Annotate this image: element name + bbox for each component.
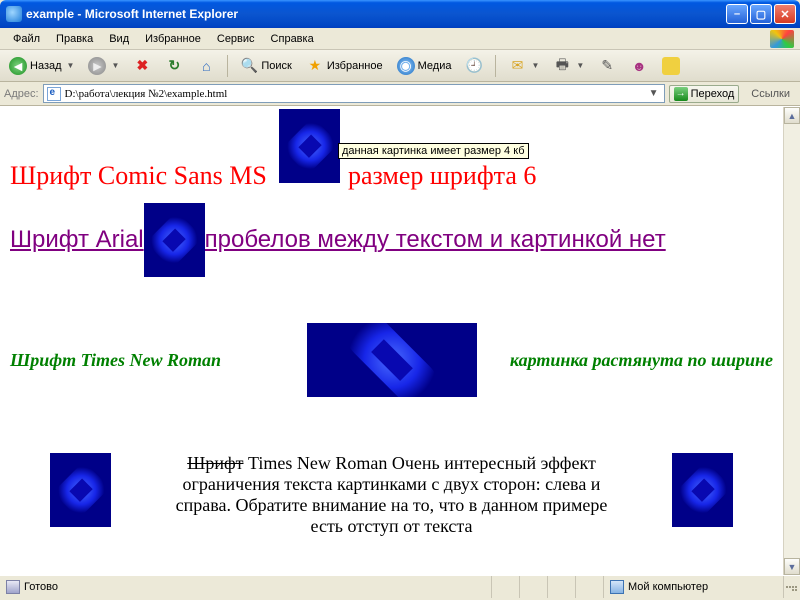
paragraph-strike: Шрифт — [187, 453, 243, 473]
resize-grip[interactable] — [784, 583, 800, 591]
address-field[interactable]: ▼ — [43, 84, 665, 103]
back-icon: ◄ — [9, 57, 27, 75]
stop-button[interactable]: ✖ — [128, 54, 156, 78]
drop-icon: ▼ — [111, 61, 119, 70]
menu-file[interactable]: Файл — [6, 31, 47, 47]
status-ready: Готово — [0, 576, 492, 598]
separator — [495, 55, 496, 77]
image-arial — [144, 203, 205, 277]
window-title: example - Microsoft Internet Explorer — [26, 7, 724, 21]
maximize-button[interactable]: ▢ — [750, 4, 772, 24]
search-label: Поиск — [261, 60, 291, 72]
computer-icon — [610, 580, 624, 594]
back-label: Назад — [30, 60, 62, 72]
text-arial-b: пробелов между текстом и картинкой нет — [205, 226, 666, 253]
status-spacer — [548, 576, 576, 598]
menu-bar: Файл Правка Вид Избранное Сервис Справка — [0, 28, 800, 50]
print-button[interactable]: 🖶▼ — [548, 54, 589, 78]
forward-icon: ► — [88, 57, 106, 75]
star-icon: ★ — [306, 57, 324, 75]
history-button[interactable]: 🕘 — [460, 54, 488, 78]
drop-icon: ▼ — [576, 61, 584, 70]
drop-icon: ▼ — [67, 61, 75, 70]
menu-edit[interactable]: Правка — [49, 31, 100, 47]
favorites-label: Избранное — [327, 60, 383, 72]
search-button[interactable]: 🔍 Поиск — [235, 54, 296, 78]
drop-icon: ▼ — [531, 61, 539, 70]
go-icon: → — [674, 87, 688, 101]
address-input[interactable] — [65, 88, 645, 100]
paragraph-text: Шрифт Times New Roman Очень интересный э… — [161, 453, 622, 537]
edit-button[interactable]: ✎ — [593, 54, 621, 78]
vertical-scrollbar[interactable]: ▲ ▼ — [783, 107, 800, 575]
media-icon: ◉ — [397, 57, 415, 75]
discuss-button[interactable]: ☻ — [625, 54, 653, 78]
discuss-icon: ☻ — [630, 57, 648, 75]
back-button[interactable]: ◄ Назад ▼ — [4, 54, 79, 78]
separator — [227, 55, 228, 77]
menu-favorites[interactable]: Избранное — [138, 31, 208, 47]
mail-icon: ✉ — [508, 57, 526, 75]
image-stretched — [307, 323, 477, 397]
done-icon — [6, 580, 20, 594]
favorites-button[interactable]: ★ Избранное — [301, 54, 388, 78]
print-icon: 🖶 — [553, 57, 571, 75]
refresh-icon: ↻ — [165, 57, 183, 75]
links-label[interactable]: Ссылки — [743, 88, 796, 100]
address-dropdown-icon[interactable]: ▼ — [649, 88, 661, 99]
address-label: Адрес: — [4, 88, 39, 100]
row-comic-sans: Шрифт Comic Sans MS размер шрифта 6 — [10, 161, 780, 191]
text-times-a: Шрифт Times New Roman — [10, 350, 307, 371]
content-viewport: данная картинка имеет размер 4 кб Шрифт … — [0, 106, 800, 575]
status-spacer — [576, 576, 604, 598]
edit-icon: ✎ — [598, 57, 616, 75]
forward-button[interactable]: ► ▼ — [83, 54, 124, 78]
window-controls: – ▢ ✕ — [724, 4, 800, 24]
menu-view[interactable]: Вид — [102, 31, 136, 47]
title-bar: example - Microsoft Internet Explorer – … — [0, 0, 800, 28]
media-label: Медиа — [418, 60, 452, 72]
history-icon: 🕘 — [465, 57, 483, 75]
search-icon: 🔍 — [240, 57, 258, 75]
row-times: Шрифт Times New Roman картинка растянута… — [10, 323, 773, 397]
row-paragraph: Шрифт Times New Roman Очень интересный э… — [50, 453, 733, 537]
image-right — [672, 453, 733, 527]
close-button[interactable]: ✕ — [774, 4, 796, 24]
messenger-button[interactable] — [657, 54, 685, 78]
status-ready-text: Готово — [24, 581, 58, 593]
go-label: Переход — [691, 88, 735, 100]
scroll-down-button[interactable]: ▼ — [784, 558, 800, 575]
image-left — [50, 453, 111, 527]
status-spacer — [492, 576, 520, 598]
text-comic-sans-b: размер шрифта 6 — [348, 161, 536, 190]
page-icon — [47, 87, 61, 101]
media-button[interactable]: ◉ Медиа — [392, 54, 457, 78]
minimize-button[interactable]: – — [726, 4, 748, 24]
ie-icon — [6, 6, 22, 22]
status-zone-text: Мой компьютер — [628, 581, 708, 593]
status-zone: Мой компьютер — [604, 576, 784, 598]
toolbar: ◄ Назад ▼ ► ▼ ✖ ↻ ⌂ 🔍 Поиск ★ Избранное … — [0, 50, 800, 82]
row-arial: Шрифт Arial пробелов между текстом и кар… — [10, 203, 780, 277]
text-arial-a: Шрифт Arial — [10, 226, 144, 253]
page-content: данная картинка имеет размер 4 кб Шрифт … — [0, 107, 783, 575]
text-comic-sans-a: Шрифт Comic Sans MS — [10, 161, 267, 190]
refresh-button[interactable]: ↻ — [160, 54, 188, 78]
text-times-b: картинка растянута по ширине — [477, 350, 774, 371]
home-button[interactable]: ⌂ — [192, 54, 220, 78]
go-button[interactable]: → Переход — [669, 85, 740, 103]
scroll-track[interactable] — [784, 124, 800, 558]
menu-help[interactable]: Справка — [264, 31, 321, 47]
status-spacer — [520, 576, 548, 598]
windows-flag-icon — [770, 30, 794, 48]
home-icon: ⌂ — [197, 57, 215, 75]
scroll-up-button[interactable]: ▲ — [784, 107, 800, 124]
status-bar: Готово Мой компьютер — [0, 575, 800, 598]
messenger-icon — [662, 57, 680, 75]
image-tooltip: данная картинка имеет размер 4 кб — [338, 143, 529, 159]
address-bar: Адрес: ▼ → Переход Ссылки — [0, 82, 800, 106]
stop-icon: ✖ — [133, 57, 151, 75]
menu-tools[interactable]: Сервис — [210, 31, 262, 47]
mail-button[interactable]: ✉▼ — [503, 54, 544, 78]
